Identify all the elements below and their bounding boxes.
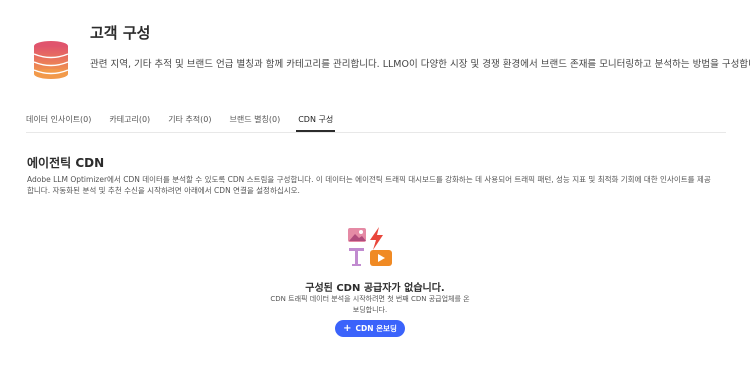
empty-state-description: CDN 트래픽 데이터 분석을 시작하려면 첫 번째 CDN 공급업체를 온보딩… (270, 295, 470, 314)
page-title: 고객 구성 (90, 24, 151, 42)
tab-cdn-config[interactable]: CDN 구성 (296, 112, 336, 132)
tab-data-insights[interactable]: 데이터 인사이트(0) (26, 112, 91, 132)
tab-categories[interactable]: 카테고리(0) (109, 112, 150, 132)
tab-divider (26, 132, 726, 133)
tab-bar: 데이터 인사이트(0) 카테고리(0) 기타 추적(0) 브랜드 별칭(0) C… (26, 112, 351, 134)
cdn-onboarding-button[interactable]: + CDN 온보딩 (335, 320, 405, 337)
database-logo-icon (33, 41, 69, 79)
page-description: 관련 지역, 기타 추적 및 브랜드 언급 별칭과 함께 카테고리를 관리합니다… (90, 59, 750, 70)
cdn-onboarding-button-label: CDN 온보딩 (355, 324, 397, 333)
empty-state-illustration-icon (348, 227, 392, 266)
tab-brand-aliases[interactable]: 브랜드 별칭(0) (230, 112, 281, 132)
plus-icon: + (343, 322, 352, 334)
tab-other-tracking[interactable]: 기타 추적(0) (168, 112, 211, 132)
empty-state-title: 구성된 CDN 공급자가 없습니다. (305, 283, 445, 294)
section-description: Adobe LLM Optimizer에서 CDN 데이터를 분석할 수 있도록… (27, 175, 711, 195)
section-title: 에이전틱 CDN (27, 156, 105, 170)
page-header: 고객 구성 관련 지역, 기타 추적 및 브랜드 언급 별칭과 함께 카테고리를… (32, 18, 750, 88)
